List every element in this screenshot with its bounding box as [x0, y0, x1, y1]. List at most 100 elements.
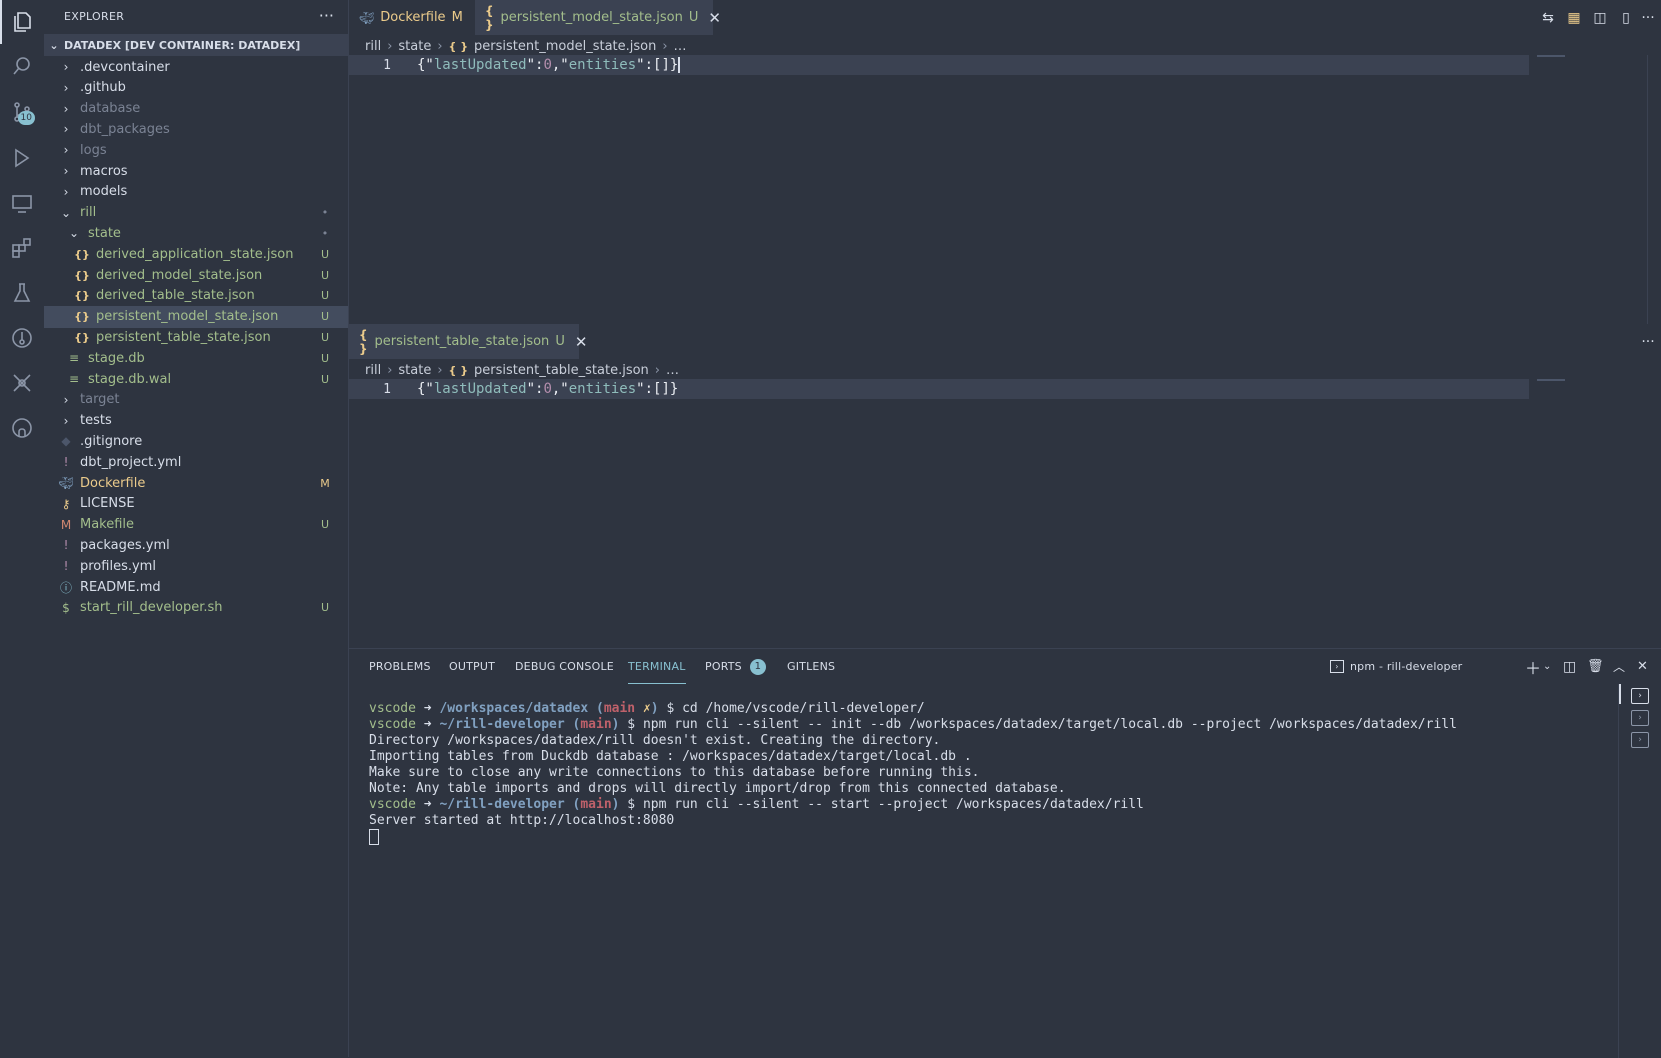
breadcrumb-item[interactable]: … [666, 363, 679, 378]
breadcrumb-item[interactable]: rill [365, 363, 381, 378]
split-terminal-icon[interactable]: ◫ [1563, 649, 1576, 684]
tree-item[interactable]: › dbt_packages [44, 118, 348, 140]
breadcrumb-top: rill › state › { } persistent_model_stat… [365, 35, 687, 57]
tree-item[interactable]: ! profiles.yml [44, 555, 348, 577]
breadcrumb-item[interactable]: rill [365, 39, 381, 54]
extensions-icon[interactable] [0, 226, 44, 270]
tree-item[interactable]: › logs [44, 139, 348, 161]
tree-item[interactable]: {} persistent_table_state.json U [44, 326, 348, 348]
github-icon[interactable] [0, 406, 44, 450]
tree-item[interactable]: ! packages.yml [44, 534, 348, 556]
tab-gitlens[interactable]: GITLENS [787, 649, 835, 684]
text-cursor [678, 57, 681, 73]
tree-item[interactable]: M Makefile U [44, 514, 348, 536]
tree-item[interactable]: › .devcontainer [44, 56, 348, 78]
tree-item[interactable]: $ start_rill_developer.sh U [44, 597, 348, 619]
tree-item-label: start_rill_developer.sh [80, 600, 223, 616]
tree-item[interactable]: ⚷ LICENSE [44, 493, 348, 515]
run-debug-icon[interactable] [0, 136, 44, 180]
terminal-instance-icon[interactable]: › [1631, 688, 1649, 704]
tab-ports[interactable]: PORTS 1 [705, 649, 766, 684]
tab-dockerfile[interactable]: 🐳︎ Dockerfile M [349, 0, 475, 35]
tools-icon[interactable] [0, 361, 44, 405]
editor-tabbar-top: 🐳︎ Dockerfile M { } persistent_model_sta… [349, 0, 1661, 35]
compare-changes-icon[interactable]: ⇆ [1539, 9, 1557, 27]
open-preview-icon[interactable]: ◫ [1591, 9, 1609, 27]
breadcrumb-bottom: rill › state › { } persistent_table_stat… [365, 359, 679, 381]
tree-item-label: logs [80, 142, 107, 158]
more-actions-icon[interactable]: ··· [319, 6, 334, 25]
tree-item-label: packages.yml [80, 537, 170, 553]
workspace-section-header[interactable]: ⌄ DATADEX [DEV CONTAINER: DATADEX] [44, 34, 348, 56]
tab-persistent-table-state[interactable]: { } persistent_table_state.json U ✕ [349, 324, 587, 359]
tree-item[interactable]: ⌄ state • [44, 222, 348, 244]
testing-icon[interactable] [0, 271, 44, 315]
remote-explorer-icon[interactable] [0, 181, 44, 225]
chevron-right-icon: › [63, 60, 69, 74]
close-icon[interactable]: ✕ [708, 9, 721, 27]
git-status-decoration: U [320, 601, 330, 615]
code-line[interactable]: 1 {"lastUpdated":0,"entities":[]} [349, 55, 1529, 75]
terminal-instance-icon[interactable]: › [1631, 732, 1649, 748]
breadcrumb-item[interactable]: persistent_table_state.json [474, 363, 649, 378]
file-lines-icon: ≡ [68, 351, 80, 366]
scrollbar[interactable] [1647, 55, 1661, 325]
tree-item[interactable]: {} persistent_model_state.json U [44, 305, 348, 328]
explorer-icon[interactable] [0, 0, 44, 44]
json-icon: { } [359, 327, 368, 356]
breadcrumb-item[interactable]: state [398, 363, 431, 378]
json-icon: { } [448, 39, 469, 53]
terminal-output[interactable]: vscode ➜ /workspaces/datadex (main ✗) $ … [369, 701, 1619, 846]
tab-debug-console[interactable]: DEBUG CONSOLE [515, 649, 614, 684]
tab-output[interactable]: OUTPUT [449, 649, 495, 684]
tree-item[interactable]: ⌄ rill • [44, 202, 348, 224]
table-preview-icon[interactable]: ▦ [1565, 9, 1583, 27]
yaml-icon: ! [63, 538, 69, 553]
tree-item[interactable]: ! dbt_project.yml [44, 451, 348, 473]
split-editor-icon[interactable]: ▯ [1617, 9, 1635, 27]
tree-item[interactable]: {} derived_table_state.json U [44, 285, 348, 307]
tree-item[interactable]: › target [44, 389, 348, 411]
active-terminal-marker [1619, 684, 1621, 704]
tree-item[interactable]: ◆ .gitignore [44, 430, 348, 452]
tree-item[interactable]: › .github [44, 77, 348, 99]
tree-item[interactable]: ≡ stage.db.wal U [44, 368, 348, 390]
tree-item[interactable]: ≡ stage.db U [44, 347, 348, 369]
terminal-instance-icon[interactable]: › [1631, 710, 1649, 726]
tree-item-label: derived_model_state.json [96, 267, 263, 283]
tree-item[interactable]: {} derived_model_state.json U [44, 264, 348, 286]
chevron-right-icon: › [63, 101, 69, 116]
new-terminal-icon[interactable]: ＋ [1525, 649, 1541, 684]
tab-persistent-model-state[interactable]: { } persistent_model_state.json U ✕ [475, 0, 721, 35]
json-icon: {} [74, 289, 90, 303]
maximize-panel-icon[interactable]: ︿ [1613, 649, 1625, 684]
chevron-right-icon: › [63, 164, 69, 178]
close-panel-icon[interactable]: ✕ [1637, 649, 1648, 684]
info-icon: ⓘ [59, 580, 72, 595]
code-line[interactable]: 1 {"lastUpdated":0,"entities":[]} [349, 379, 1529, 399]
breadcrumb-item[interactable]: persistent_model_state.json [474, 39, 656, 54]
tree-item[interactable]: {} derived_application_state.json U [44, 243, 348, 265]
breadcrumb-item[interactable]: state [398, 39, 431, 54]
tree-item[interactable]: › macros [44, 160, 348, 182]
minimap[interactable] [1537, 379, 1565, 381]
tree-item[interactable]: › database [44, 98, 348, 120]
search-icon[interactable] [0, 44, 44, 88]
tree-item[interactable]: › models [44, 181, 348, 203]
tab-problems[interactable]: PROBLEMS [369, 649, 431, 684]
tree-item[interactable]: › tests [44, 410, 348, 432]
gitlens-icon[interactable] [0, 316, 44, 360]
tab-terminal[interactable]: TERMINAL [628, 649, 686, 684]
terminal-selector[interactable]: › npm - rill-developer [1330, 649, 1462, 684]
minimap[interactable] [1537, 55, 1565, 57]
trash-icon[interactable]: 🗑︎ [1587, 649, 1604, 684]
chevron-down-icon[interactable]: ⌄ [1543, 649, 1552, 684]
close-icon[interactable]: ✕ [575, 333, 588, 351]
source-control-icon[interactable]: 10 [0, 90, 44, 134]
git-status-decoration: • [321, 226, 329, 240]
tree-item[interactable]: ⓘ README.md [44, 576, 348, 598]
editor-more-icon[interactable]: ··· [1639, 333, 1657, 351]
tree-item[interactable]: 🐳︎ Dockerfile M [44, 472, 348, 494]
editor-more-icon[interactable]: ··· [1639, 9, 1657, 27]
breadcrumb-item[interactable]: … [674, 39, 687, 54]
